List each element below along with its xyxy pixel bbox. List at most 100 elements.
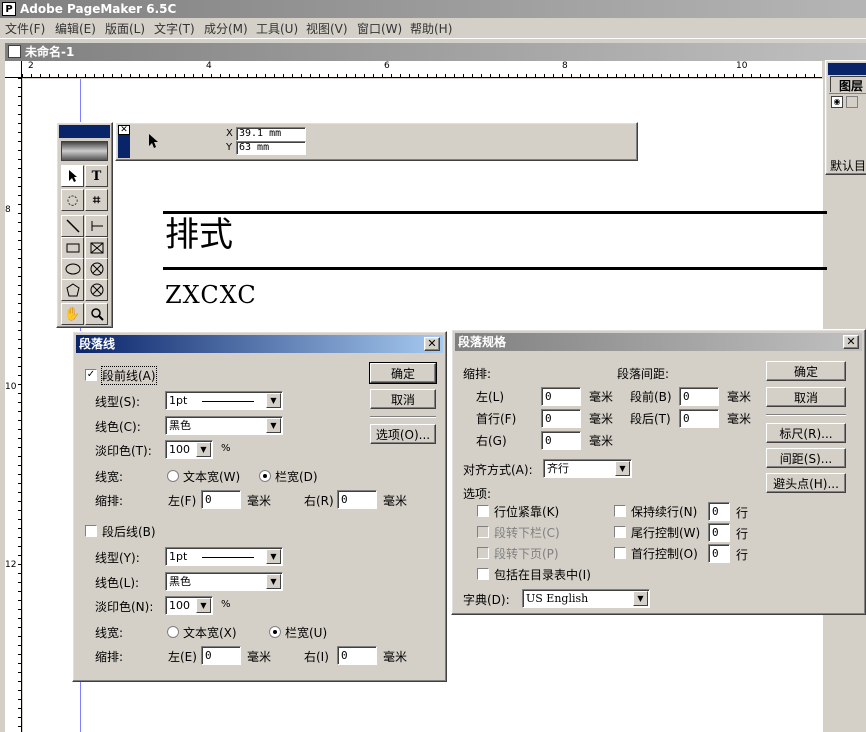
menu-file[interactable]: 文件(F) xyxy=(5,20,45,37)
keep-lines-checkbox[interactable] xyxy=(477,505,489,517)
orphan-control-label[interactable]: 首行控制(O) xyxy=(631,545,698,562)
control-palette-close-icon[interactable]: ✕ xyxy=(118,125,130,135)
line-tool-icon[interactable] xyxy=(61,215,84,237)
menu-edit[interactable]: 编辑(E) xyxy=(55,20,96,37)
spec-ok-button[interactable]: 确定 xyxy=(766,361,846,381)
spec-align-select[interactable]: 齐行 ▼ xyxy=(543,459,632,478)
rule-above-label[interactable]: 段前线(A) xyxy=(101,366,157,385)
widow-control-label[interactable]: 尾行控制(W) xyxy=(631,524,700,541)
rule-below-checkbox[interactable] xyxy=(85,525,97,537)
spec-left-field[interactable]: 0 xyxy=(541,387,581,406)
column-break-checkbox[interactable] xyxy=(477,526,489,538)
chevron-down-icon[interactable]: ▼ xyxy=(633,591,648,606)
layers-palette-titlebar[interactable] xyxy=(828,63,866,75)
top-ruler[interactable]: 2 4 6 8 10 xyxy=(22,61,822,78)
rotate-tool-icon[interactable]: ◌ xyxy=(61,189,84,211)
document-body-text[interactable]: ZXCXC xyxy=(165,281,257,309)
rule-below-column-width-radio[interactable] xyxy=(269,626,281,638)
column-break-label[interactable]: 段转下栏(C) xyxy=(494,524,560,541)
rule-below-text-width-radio[interactable] xyxy=(167,626,179,638)
keep-lines-label[interactable]: 行位紧靠(K) xyxy=(494,503,559,520)
layers-tab[interactable]: 图层 xyxy=(830,76,866,93)
menu-element[interactable]: 成分(M) xyxy=(204,20,248,37)
chevron-down-icon[interactable]: ▼ xyxy=(196,598,211,613)
app-icon[interactable]: P xyxy=(2,2,16,16)
rule-below-color-select[interactable]: 黑色 ▼ xyxy=(165,572,283,591)
rule-below-text-width-label[interactable]: 文本宽(X) xyxy=(183,624,237,641)
chevron-down-icon[interactable]: ▼ xyxy=(266,574,281,589)
menu-type[interactable]: 文字(T) xyxy=(154,20,195,37)
rule-above-checkbox[interactable]: ✓ xyxy=(85,369,97,381)
chevron-down-icon[interactable]: ▼ xyxy=(196,442,211,457)
rule-below-left-field[interactable]: 0 xyxy=(201,646,241,665)
spec-after-field[interactable]: 0 xyxy=(679,409,719,428)
layer-default-name[interactable]: 默认目 xyxy=(830,157,866,174)
keep-with-next-label[interactable]: 保持续行(N) xyxy=(631,503,697,520)
spec-spacing-button[interactable]: 间距(S)... xyxy=(766,448,846,468)
ellipse-tool-icon[interactable] xyxy=(61,258,84,280)
include-toc-checkbox[interactable] xyxy=(477,568,489,580)
spec-before-field[interactable]: 0 xyxy=(679,387,719,406)
spec-hyphenation-button[interactable]: 避头点(H)... xyxy=(766,473,846,493)
page-break-checkbox[interactable] xyxy=(477,547,489,559)
x-field[interactable]: 39.1 mm xyxy=(236,127,306,141)
rule-above-right-field[interactable]: 0 xyxy=(337,490,377,509)
paragraph-spec-close-icon[interactable]: ✕ xyxy=(843,335,859,349)
polygon-tool-icon[interactable] xyxy=(61,279,84,301)
rule-below-column-width-label[interactable]: 栏宽(U) xyxy=(285,624,327,641)
menu-help[interactable]: 帮助(H) xyxy=(410,20,452,37)
rule-cancel-button[interactable]: 取消 xyxy=(370,389,436,409)
rule-above-color-select[interactable]: 黑色 ▼ xyxy=(165,416,283,435)
chevron-down-icon[interactable]: ▼ xyxy=(266,418,281,433)
rule-options-button[interactable]: 选项(O)... xyxy=(370,424,436,444)
keep-with-next-field[interactable]: 0 xyxy=(708,502,730,521)
left-ruler[interactable]: 8 10 12 xyxy=(5,78,22,732)
text-tool-icon[interactable]: T xyxy=(85,165,108,187)
chevron-down-icon[interactable]: ▼ xyxy=(615,461,630,476)
widow-control-field[interactable]: 0 xyxy=(708,523,730,542)
paragraph-spec-titlebar[interactable]: 段落规格 ✕ xyxy=(455,333,862,351)
ellipse-frame-tool-icon[interactable] xyxy=(85,258,108,280)
menu-utilities[interactable]: 工具(U) xyxy=(256,20,298,37)
rule-below-tint-select[interactable]: 100 ▼ xyxy=(165,596,213,615)
page-break-label[interactable]: 段转下页(P) xyxy=(494,545,559,562)
rule-below-label[interactable]: 段后线(B) xyxy=(102,523,156,540)
chevron-down-icon[interactable]: ▼ xyxy=(266,393,281,408)
eye-icon[interactable]: ◉ xyxy=(831,96,843,108)
widow-control-checkbox[interactable] xyxy=(614,526,626,538)
rule-above-column-width-label[interactable]: 栏宽(D) xyxy=(275,468,318,485)
rule-above-text-width-radio[interactable] xyxy=(167,470,179,482)
y-field[interactable]: 63 mm xyxy=(236,141,306,155)
menu-window[interactable]: 窗口(W) xyxy=(357,20,402,37)
rule-above-left-field[interactable]: 0 xyxy=(201,490,241,509)
rule-above-style-select[interactable]: 1pt ▼ xyxy=(165,391,283,410)
paragraph-rules-titlebar[interactable]: 段落线 ✕ xyxy=(76,335,443,353)
rule-ok-button[interactable]: 确定 xyxy=(369,362,437,384)
menu-layout[interactable]: 版面(L) xyxy=(105,20,145,37)
crop-tool-icon[interactable]: ⌗ xyxy=(85,189,108,211)
document-heading[interactable]: 排式 xyxy=(165,215,233,255)
keep-with-next-checkbox[interactable] xyxy=(614,505,626,517)
spec-rules-button[interactable]: 标尺(R)... xyxy=(766,423,846,443)
orphan-control-checkbox[interactable] xyxy=(614,547,626,559)
rule-above-tint-select[interactable]: 100 ▼ xyxy=(165,440,213,459)
rule-above-column-width-radio[interactable] xyxy=(259,470,271,482)
pointer-tool-icon[interactable] xyxy=(61,165,84,187)
spec-cancel-button[interactable]: 取消 xyxy=(766,387,846,407)
chevron-down-icon[interactable]: ▼ xyxy=(266,549,281,564)
include-toc-label[interactable]: 包括在目录表中(I) xyxy=(494,566,591,583)
layer-lock-box[interactable] xyxy=(846,96,858,108)
rectangle-frame-tool-icon[interactable] xyxy=(85,237,108,259)
pointer-icon[interactable] xyxy=(148,133,160,149)
spec-right-field[interactable]: 0 xyxy=(541,431,581,450)
zoom-tool-icon[interactable] xyxy=(85,303,108,325)
orphan-control-field[interactable]: 0 xyxy=(708,544,730,563)
spec-first-field[interactable]: 0 xyxy=(541,409,581,428)
menu-view[interactable]: 视图(V) xyxy=(306,20,348,37)
paragraph-rules-close-icon[interactable]: ✕ xyxy=(424,337,440,351)
rule-below-style-select[interactable]: 1pt ▼ xyxy=(165,547,283,566)
document-titlebar[interactable]: 未命名-1 xyxy=(5,43,866,61)
constrained-line-tool-icon[interactable] xyxy=(85,215,108,237)
hand-tool-icon[interactable]: ✋ xyxy=(61,303,84,325)
rule-below-right-field[interactable]: 0 xyxy=(337,646,377,665)
